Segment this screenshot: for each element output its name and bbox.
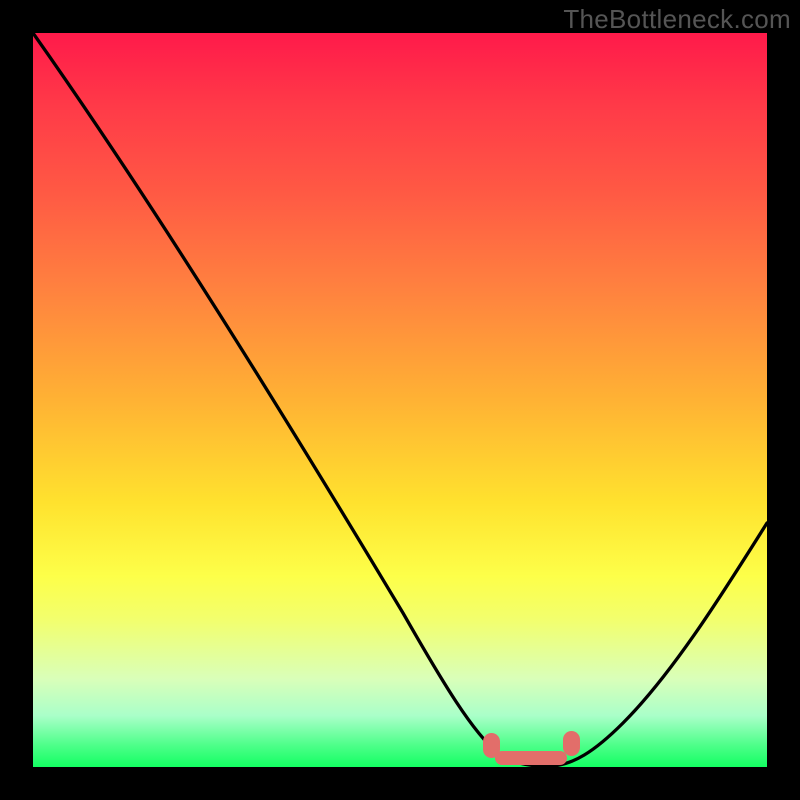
chart-frame: TheBottleneck.com (0, 0, 800, 800)
watermark-text: TheBottleneck.com (563, 4, 791, 35)
plot-area (33, 33, 767, 767)
flat-region-bar (495, 751, 567, 765)
bottleneck-curve (33, 33, 767, 767)
curve-path (33, 33, 767, 766)
flat-region-end-marker (563, 731, 580, 756)
